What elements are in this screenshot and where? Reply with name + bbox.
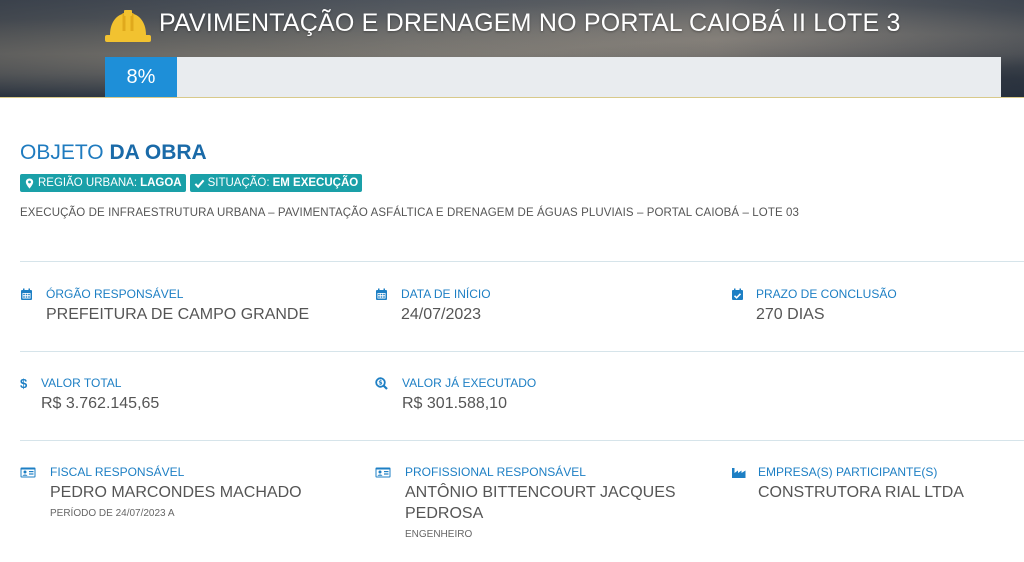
field-value: R$ 3.762.145,65 <box>41 395 160 412</box>
id-card-icon <box>375 467 391 477</box>
dollar-icon: $ <box>20 375 28 391</box>
field-value: R$ 301.588,10 <box>402 395 507 412</box>
status-badge-label: SITUAÇÃO: <box>207 177 270 189</box>
divider <box>20 351 1024 352</box>
field-note: PERÍODO DE 24/07/2023 A <box>50 508 175 519</box>
check-icon <box>194 179 204 188</box>
field-orgao: ÓRGÃO RESPONSÁVEL PREFEITURA DE CAMPO GR… <box>20 287 309 324</box>
field-valor-total: $ VALOR TOTAL R$ 3.762.145,65 <box>20 376 159 413</box>
status-badge-value: EM EXECUÇÃO <box>272 177 359 189</box>
field-value: 24/07/2023 <box>401 306 482 323</box>
section-title: OBJETO DA OBRA <box>20 141 207 165</box>
field-label: EMPRESA(S) PARTICIPANTE(S) <box>758 465 938 479</box>
section-title-light: OBJETO <box>20 141 104 164</box>
id-card-icon <box>20 467 36 477</box>
field-label: ÓRGÃO RESPONSÁVEL <box>46 287 184 301</box>
field-note: ENGENHEIRO <box>405 529 473 540</box>
region-badge: REGIÃO URBANA: LAGOA <box>20 174 186 192</box>
field-valor-executado: $ VALOR JÁ EXECUTADO R$ 301.588,10 <box>375 376 536 413</box>
field-value: CONSTRUTORA RIAL LTDA <box>758 484 964 501</box>
field-label: VALOR JÁ EXECUTADO <box>402 376 537 390</box>
field-prazo: PRAZO DE CONCLUSÃO 270 DIAS <box>731 287 897 324</box>
field-value: ANTÔNIO BITTENCOURT JACQUES <box>405 484 676 501</box>
field-value: 270 DIAS <box>756 306 825 323</box>
region-badge-value: LAGOA <box>140 177 182 189</box>
progress-fill: 8% <box>105 57 177 97</box>
field-profissional: PROFISSIONAL RESPONSÁVEL ANTÔNIO BITTENC… <box>375 465 676 540</box>
header-banner: PAVIMENTAÇÃO E DRENAGEM NO PORTAL CAIOBÁ… <box>0 0 1024 98</box>
project-description: EXECUÇÃO DE INFRAESTRUTURA URBANA – PAVI… <box>20 207 800 219</box>
svg-text:$: $ <box>378 379 382 386</box>
search-dollar-icon: $ <box>375 376 388 390</box>
field-label: PRAZO DE CONCLUSÃO <box>756 287 897 301</box>
field-label: PROFISSIONAL RESPONSÁVEL <box>405 465 586 479</box>
banner-divider <box>0 97 1024 98</box>
field-label: FISCAL RESPONSÁVEL <box>50 465 185 479</box>
field-data-inicio: DATA DE INÍCIO 24/07/2023 <box>375 287 491 324</box>
field-empresa: EMPRESA(S) PARTICIPANTE(S) CONSTRUTORA R… <box>731 465 964 502</box>
status-badges: REGIÃO URBANA: LAGOA SITUAÇÃO: EM EXECUÇ… <box>20 174 363 192</box>
page-title: PAVIMENTAÇÃO E DRENAGEM NO PORTAL CAIOBÁ… <box>159 9 901 37</box>
divider <box>20 261 1024 262</box>
field-label: VALOR TOTAL <box>41 376 122 390</box>
section-title-bold: DA OBRA <box>109 141 207 164</box>
field-fiscal: FISCAL RESPONSÁVEL PEDRO MARCONDES MACHA… <box>20 465 302 519</box>
field-value: PREFEITURA DE CAMPO GRANDE <box>46 306 310 323</box>
progress-label: 8% <box>126 66 156 88</box>
field-label: DATA DE INÍCIO <box>401 287 491 301</box>
field-value: PEDRO MARCONDES MACHADO <box>50 484 302 501</box>
industry-icon <box>732 467 746 478</box>
region-badge-label: REGIÃO URBANA: <box>38 177 138 189</box>
field-value-continued: PEDROSA <box>405 505 484 522</box>
calendar-check-icon <box>732 288 743 300</box>
divider <box>20 440 1024 441</box>
calendar-icon <box>376 288 387 300</box>
status-badge: SITUAÇÃO: EM EXECUÇÃO <box>189 174 363 192</box>
progress-bar: 8% <box>105 57 1001 97</box>
map-marker-icon <box>25 177 34 189</box>
hard-hat-icon <box>105 10 151 42</box>
calendar-icon <box>21 288 32 300</box>
